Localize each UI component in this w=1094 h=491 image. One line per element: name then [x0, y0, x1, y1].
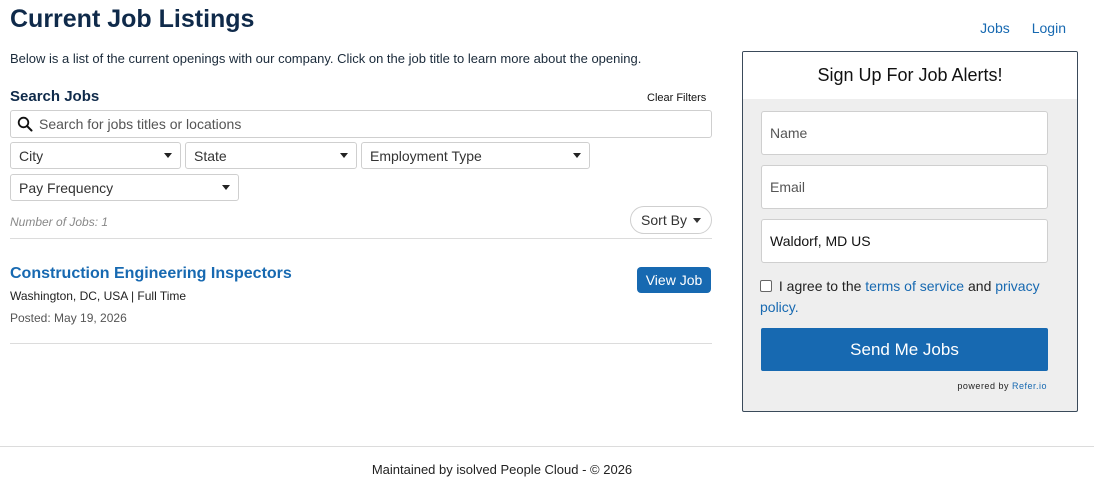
- pay-frequency-select-label: Pay Frequency: [19, 179, 114, 196]
- sort-by-button[interactable]: Sort By: [630, 206, 712, 234]
- search-heading: Search Jobs: [10, 88, 100, 105]
- state-select[interactable]: State: [185, 142, 357, 169]
- agree-terms: I agree to the terms of service and priv…: [760, 276, 1050, 318]
- clear-filters-button[interactable]: Clear Filters: [647, 92, 706, 104]
- job-alerts-panel: Sign Up For Job Alerts! I agree to the t…: [742, 51, 1078, 412]
- powered-by: powered by Refer.io: [957, 381, 1047, 391]
- agree-prefix: I agree to the: [778, 278, 862, 294]
- chevron-down-icon: [692, 217, 701, 223]
- employment-type-select-label: Employment Type: [370, 147, 482, 164]
- city-select-label: City: [19, 147, 44, 164]
- divider: [10, 343, 712, 344]
- divider: [10, 238, 712, 239]
- chevron-down-icon: [222, 185, 230, 190]
- email-field[interactable]: [761, 165, 1048, 209]
- top-nav: Jobs Login: [980, 20, 1066, 36]
- search-icon: [11, 111, 39, 137]
- search-box: [10, 110, 712, 138]
- agree-and: and: [968, 278, 992, 294]
- city-select[interactable]: City: [10, 142, 181, 169]
- search-input[interactable]: [39, 112, 711, 136]
- nav-jobs-link[interactable]: Jobs: [980, 20, 1010, 36]
- terms-of-service-link[interactable]: terms of service: [865, 278, 964, 294]
- email-input[interactable]: [770, 179, 1039, 195]
- agree-checkbox[interactable]: [760, 280, 772, 292]
- chevron-down-icon: [164, 153, 172, 158]
- sort-by-label: Sort By: [641, 212, 687, 228]
- footer-text: Maintained by isolved People Cloud - © 2…: [371, 462, 633, 477]
- chevron-down-icon: [340, 153, 348, 158]
- intro-text: Below is a list of the current openings …: [10, 51, 642, 66]
- jobs-count: Number of Jobs: 1: [10, 215, 109, 229]
- name-field[interactable]: [761, 111, 1048, 155]
- job-meta: Washington, DC, USA | Full Time: [10, 289, 186, 303]
- employment-type-select[interactable]: Employment Type: [361, 142, 590, 169]
- send-me-jobs-button[interactable]: Send Me Jobs: [761, 328, 1048, 371]
- nav-login-link[interactable]: Login: [1032, 20, 1066, 36]
- pay-frequency-select[interactable]: Pay Frequency: [10, 174, 239, 201]
- view-job-button[interactable]: View Job: [637, 267, 711, 293]
- name-input[interactable]: [770, 125, 1039, 141]
- job-posted-date: Posted: May 19, 2026: [10, 311, 127, 325]
- footer-divider: [0, 446, 1094, 447]
- job-title-link[interactable]: Construction Engineering Inspectors: [10, 265, 292, 283]
- powered-by-brand: Refer.io: [1011, 381, 1047, 391]
- job-alerts-heading: Sign Up For Job Alerts!: [743, 52, 1077, 99]
- location-field[interactable]: [761, 219, 1048, 263]
- job-type: Full Time: [137, 289, 187, 303]
- location-input[interactable]: [770, 233, 1039, 249]
- chevron-down-icon: [573, 153, 581, 158]
- job-location: Washington, DC, USA: [10, 289, 128, 303]
- powered-by-prefix: powered by: [957, 381, 1009, 391]
- state-select-label: State: [194, 147, 227, 164]
- page-title: Current Job Listings: [10, 5, 255, 33]
